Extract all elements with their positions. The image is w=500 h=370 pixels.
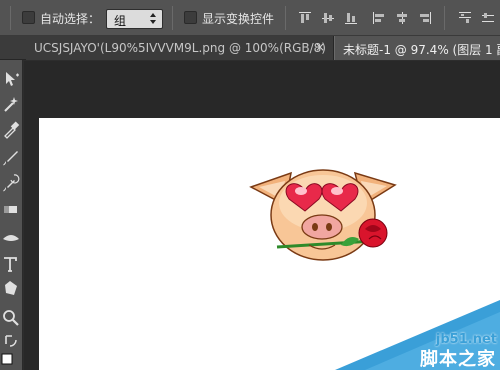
auto-select-label: 自动选择： — [40, 12, 101, 26]
tab-label: UCSJSJAYO'(L90%5IVVVM9L.png @ 100%(RGB/8… — [34, 41, 326, 55]
auto-select-value: 组 — [114, 14, 127, 28]
rotate-view-tool-icon[interactable] — [0, 330, 22, 352]
type-tool-icon[interactable] — [0, 253, 22, 275]
zoom-tool-icon[interactable] — [0, 307, 22, 329]
watermark-site-name: 脚本之家 — [420, 349, 496, 370]
magic-wand-tool-icon[interactable] — [0, 93, 22, 115]
tools-panel — [0, 60, 23, 370]
tab-document-2[interactable]: 未标题-1 @ 97.4% (图层 1 副本 — [334, 36, 500, 60]
foreground-color-swatch[interactable] — [0, 352, 22, 370]
pig-emoji-image — [249, 169, 397, 261]
show-transform-label: 显示变换控件 — [202, 12, 275, 26]
dropdown-arrows-icon — [150, 13, 157, 25]
document-tab-bar: UCSJSJAYO'(L90%5IVVVM9L.png @ 100%(RGB/8… — [0, 36, 500, 60]
options-separator — [444, 6, 445, 30]
tab-document-1[interactable]: UCSJSJAYO'(L90%5IVVVM9L.png @ 100%(RGB/8… — [26, 36, 334, 60]
align-bottom-edges-icon[interactable] — [344, 11, 358, 25]
auto-select-checkbox[interactable] — [22, 11, 35, 24]
distribute-vertical-centers-icon[interactable] — [481, 11, 495, 25]
eraser-tool-icon[interactable] — [0, 198, 22, 220]
align-top-edges-icon[interactable] — [298, 11, 312, 25]
path-selection-tool-icon[interactable] — [0, 278, 22, 300]
options-bar: 自动选择： 组 显示变换控件 — [0, 0, 500, 36]
close-tab-icon[interactable]: × — [315, 40, 325, 54]
eyedropper-tool-icon[interactable] — [0, 118, 22, 140]
options-separator — [172, 6, 173, 30]
auto-select-dropdown[interactable]: 组 — [106, 9, 163, 29]
move-tool-icon[interactable] — [0, 68, 22, 90]
options-separator — [285, 6, 286, 30]
align-left-edges-icon[interactable] — [372, 11, 386, 25]
show-transform-checkbox[interactable] — [184, 11, 197, 24]
brush-tool-icon[interactable] — [0, 146, 22, 168]
align-horizontal-centers-icon[interactable] — [395, 11, 409, 25]
distribute-top-edges-icon[interactable] — [458, 11, 472, 25]
blur-tool-icon[interactable] — [0, 225, 22, 247]
options-separator — [10, 6, 11, 30]
align-right-edges-icon[interactable] — [418, 11, 432, 25]
history-brush-tool-icon[interactable] — [0, 172, 22, 194]
align-vertical-centers-icon[interactable] — [321, 11, 335, 25]
tab-label: 未标题-1 @ 97.4% (图层 1 副本 — [343, 43, 500, 57]
